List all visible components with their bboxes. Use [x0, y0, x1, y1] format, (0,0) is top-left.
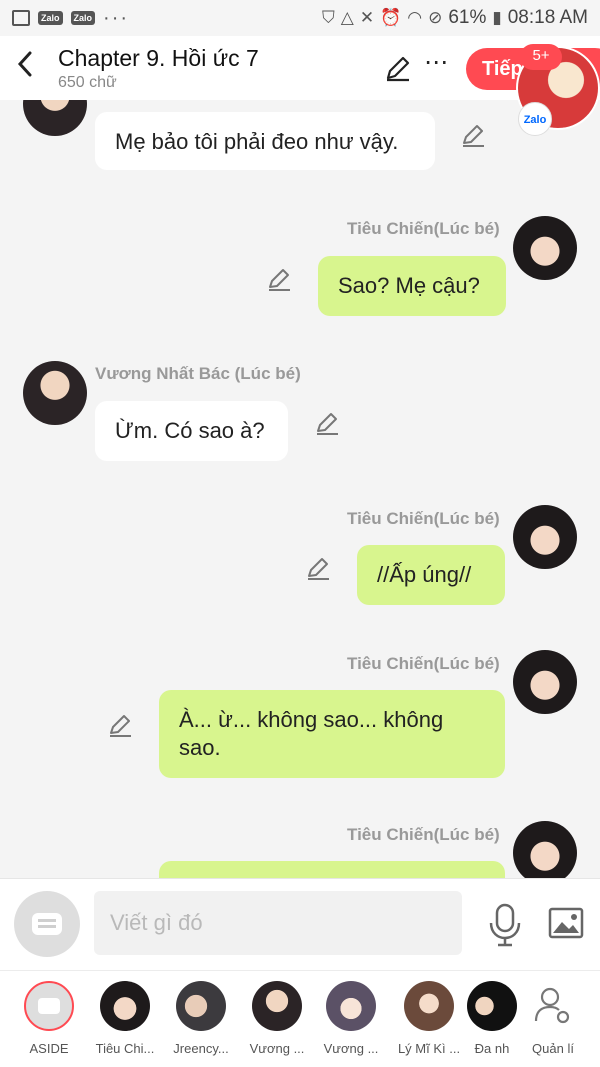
character-label: ASIDE — [29, 1041, 69, 1056]
microphone-icon[interactable] — [488, 903, 522, 947]
aside-icon — [24, 981, 74, 1031]
chat-bubble-icon — [32, 913, 62, 935]
chevron-left-icon — [17, 51, 32, 77]
message-input[interactable] — [94, 891, 462, 955]
word-count: 650 chữ — [58, 73, 117, 91]
character-label: Vương ... — [249, 1041, 305, 1056]
no-signal-icon: △ — [340, 8, 354, 27]
message-bubble[interactable]: Mẹ bảo tôi phải đeo như vậy. — [95, 112, 435, 170]
gallery-notification-icon — [12, 10, 30, 26]
edit-message-icon[interactable] — [107, 712, 133, 738]
avatar — [326, 981, 376, 1031]
character-vuong-1[interactable]: Vương ... — [237, 981, 317, 1056]
character-avatar[interactable] — [513, 216, 577, 280]
character-avatar[interactable] — [513, 821, 577, 878]
more-options-icon[interactable]: ⋯ — [424, 48, 449, 77]
edit-message-icon[interactable] — [266, 266, 292, 292]
character-bar: ASIDE Tiêu Chi... Jreency... Vương ... V… — [0, 970, 600, 1067]
avatar — [404, 981, 454, 1031]
battery-percent: 61% — [448, 7, 487, 28]
character-label: Vương ... — [323, 1041, 379, 1056]
character-aside[interactable]: ASIDE — [9, 981, 89, 1056]
message-bubble[interactable] — [159, 861, 505, 878]
character-jreency[interactable]: Jreency... — [161, 981, 241, 1056]
edit-title-icon[interactable] — [384, 54, 412, 82]
character-avatar[interactable] — [23, 361, 87, 425]
character-name: Tiêu Chiến(Lúc bé) — [347, 509, 500, 528]
mute-icon: ✕ — [359, 8, 375, 27]
zalo-notification-icon: Zalo — [38, 11, 63, 25]
character-ly-mi-ki[interactable]: Lý Mĩ Kì ... — [389, 981, 469, 1056]
battery-icon: ▮ — [492, 8, 502, 27]
avatar — [252, 981, 302, 1031]
character-avatar[interactable] — [513, 505, 577, 569]
edit-message-icon[interactable] — [314, 410, 340, 436]
edit-message-icon[interactable] — [305, 555, 331, 581]
image-upload-icon[interactable] — [548, 907, 584, 939]
message-bubble[interactable]: À... ừ... không sao... không sao. — [159, 690, 505, 778]
avatar — [176, 981, 226, 1031]
message-bubble[interactable]: //Ấp úng// — [357, 545, 505, 605]
avatar — [100, 981, 150, 1031]
wifi-icon: ◠ — [407, 8, 423, 27]
more-notifications-icon: ··· — [103, 6, 130, 29]
character-label: Tiêu Chi... — [95, 1041, 155, 1056]
character-name: Tiêu Chiến(Lúc bé) — [347, 825, 500, 844]
character-name: Vương Nhất Bác (Lúc bé) — [95, 364, 301, 383]
title-block: Chapter 9. Hồi ức 7 650 chữ — [46, 45, 259, 92]
message-bubble[interactable]: Sao? Mẹ cậu? — [318, 256, 506, 316]
message-bubble[interactable]: Ừm. Có sao à? — [95, 401, 288, 461]
zalo-notification-icon-2: Zalo — [70, 11, 96, 25]
character-name: Tiêu Chiến(Lúc bé) — [347, 219, 500, 238]
aside-toggle-button[interactable] — [14, 891, 80, 957]
chapter-title: Chapter 9. Hồi ức 7 — [58, 44, 259, 71]
character-tieu-chien[interactable]: Tiêu Chi... — [85, 981, 165, 1056]
alarm-icon: ⏰ — [380, 8, 402, 27]
avatar — [467, 981, 517, 1031]
character-label: Jreency... — [173, 1041, 229, 1056]
character-label: Lý Mĩ Kì ... — [397, 1041, 461, 1056]
cast-icon: ⛉ — [321, 8, 335, 27]
edit-message-icon[interactable] — [460, 122, 486, 148]
chat-area[interactable]: Mẹ bảo tôi phải đeo như vậy. Tiêu Chiến(… — [0, 100, 600, 878]
character-name: Tiêu Chiến(Lúc bé) — [347, 654, 500, 673]
status-bar: Zalo Zalo ··· ⛉ △ ✕ ⏰ ◠ ⊘ 61% ▮ 08:18 AM — [0, 0, 600, 36]
chapter-header: Chapter 9. Hồi ức 7 650 chữ ⋯ Tiếp — [0, 36, 600, 100]
character-label: Quản lí — [532, 1041, 574, 1056]
message-composer — [0, 878, 600, 970]
character-avatar[interactable] — [23, 100, 87, 136]
manage-characters-button[interactable]: Quản lí — [513, 981, 593, 1056]
manage-users-icon — [528, 981, 578, 1031]
back-button[interactable] — [0, 51, 46, 85]
character-vuong-2[interactable]: Vương ... — [311, 981, 391, 1056]
notification-badge: 5+ — [520, 44, 562, 70]
dnd-icon: ⊘ — [428, 8, 443, 27]
clock: 08:18 AM — [507, 7, 588, 28]
character-avatar[interactable] — [513, 650, 577, 714]
